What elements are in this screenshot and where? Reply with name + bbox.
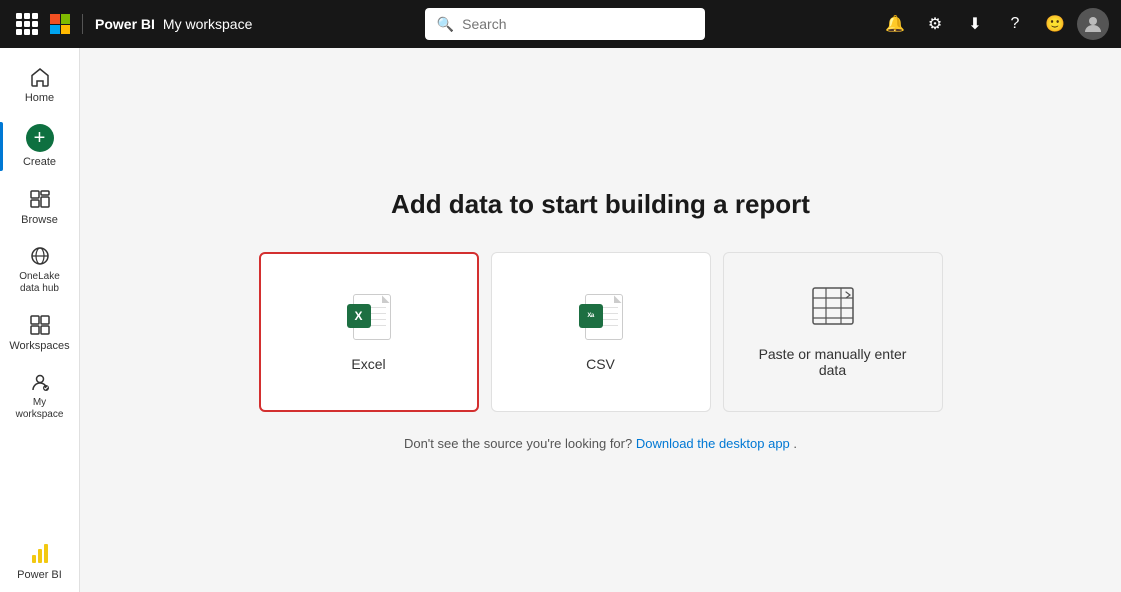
- csv-icon: Xa: [579, 292, 623, 340]
- topbar-left: Power BI My workspace: [12, 9, 252, 39]
- microsoft-logo: [50, 14, 70, 34]
- myworkspace-icon: [29, 371, 51, 393]
- sidebar-item-browse[interactable]: Browse: [0, 177, 79, 237]
- settings-button[interactable]: ⚙: [917, 6, 953, 42]
- workspace-name[interactable]: My workspace: [163, 16, 252, 32]
- sidebar-item-home[interactable]: Home: [0, 56, 79, 116]
- onelake-icon: [29, 245, 51, 267]
- excel-card-label: Excel: [339, 356, 397, 372]
- download-icon: ⬇: [968, 14, 981, 34]
- sidebar-item-onelake[interactable]: OneLakedata hub: [0, 237, 79, 303]
- search-icon: 🔍: [437, 16, 454, 33]
- search-input[interactable]: [462, 16, 693, 32]
- sidebar-item-create[interactable]: + Create: [0, 116, 79, 177]
- browse-icon: [29, 188, 51, 210]
- feedback-button[interactable]: 🙂: [1037, 6, 1073, 42]
- user-avatar[interactable]: [1077, 8, 1109, 40]
- brand-name: Power BI: [95, 16, 155, 32]
- sidebar-powerbi-label: Power BI: [17, 569, 62, 582]
- feedback-icon: 🙂: [1045, 14, 1065, 34]
- help-button[interactable]: ?: [997, 6, 1033, 42]
- excel-icon: X: [347, 292, 391, 340]
- download-desktop-link[interactable]: Download the desktop app: [636, 436, 790, 451]
- sidebar-item-powerbi[interactable]: Power BI: [0, 532, 79, 592]
- sidebar-workspaces-label: Workspaces: [9, 340, 69, 353]
- powerbi-icon: [28, 541, 52, 565]
- sidebar-create-label: Create: [23, 156, 56, 169]
- create-icon: +: [26, 124, 54, 152]
- footer-suffix: .: [793, 436, 797, 451]
- data-source-cards: X Excel Xa: [259, 252, 943, 412]
- paste-card-label: Paste or manually enter data: [747, 346, 919, 378]
- paste-card[interactable]: Paste or manually enter data: [723, 252, 943, 412]
- search-box[interactable]: 🔍: [425, 8, 705, 40]
- topbar-search-area: 🔍: [260, 8, 869, 40]
- paste-icon: [811, 286, 855, 330]
- footer-prefix: Don't see the source you're looking for?: [404, 436, 632, 451]
- download-button[interactable]: ⬇: [957, 6, 993, 42]
- sidebar-item-workspaces[interactable]: Workspaces: [0, 303, 79, 363]
- sidebar: Home + Create Browse: [0, 48, 80, 592]
- topbar-actions: 🔔 ⚙ ⬇ ? 🙂: [877, 6, 1109, 42]
- waffle-menu-button[interactable]: [12, 9, 42, 39]
- notifications-button[interactable]: 🔔: [877, 6, 913, 42]
- page-title: Add data to start building a report: [391, 189, 810, 220]
- csv-card-label: CSV: [574, 356, 627, 372]
- footer-text: Don't see the source you're looking for?…: [404, 436, 797, 451]
- main-layout: Home + Create Browse: [0, 48, 1121, 592]
- topbar-divider: [82, 14, 83, 34]
- sidebar-browse-label: Browse: [21, 214, 58, 227]
- sidebar-myworkspace-label: Myworkspace: [16, 397, 64, 421]
- main-content: Add data to start building a report: [80, 48, 1121, 592]
- settings-icon: ⚙: [928, 14, 942, 34]
- sidebar-bottom: Power BI: [0, 532, 79, 592]
- sidebar-home-label: Home: [25, 92, 54, 105]
- help-icon: ?: [1011, 15, 1020, 33]
- notifications-icon: 🔔: [885, 14, 905, 34]
- home-icon: [29, 66, 51, 88]
- topbar: Power BI My workspace 🔍 🔔 ⚙ ⬇ ? 🙂: [0, 0, 1121, 48]
- sidebar-onelake-label: OneLakedata hub: [19, 271, 60, 295]
- csv-card[interactable]: Xa CSV: [491, 252, 711, 412]
- workspaces-icon: [29, 314, 51, 336]
- sidebar-item-myworkspace[interactable]: Myworkspace: [0, 363, 79, 429]
- excel-card[interactable]: X Excel: [259, 252, 479, 412]
